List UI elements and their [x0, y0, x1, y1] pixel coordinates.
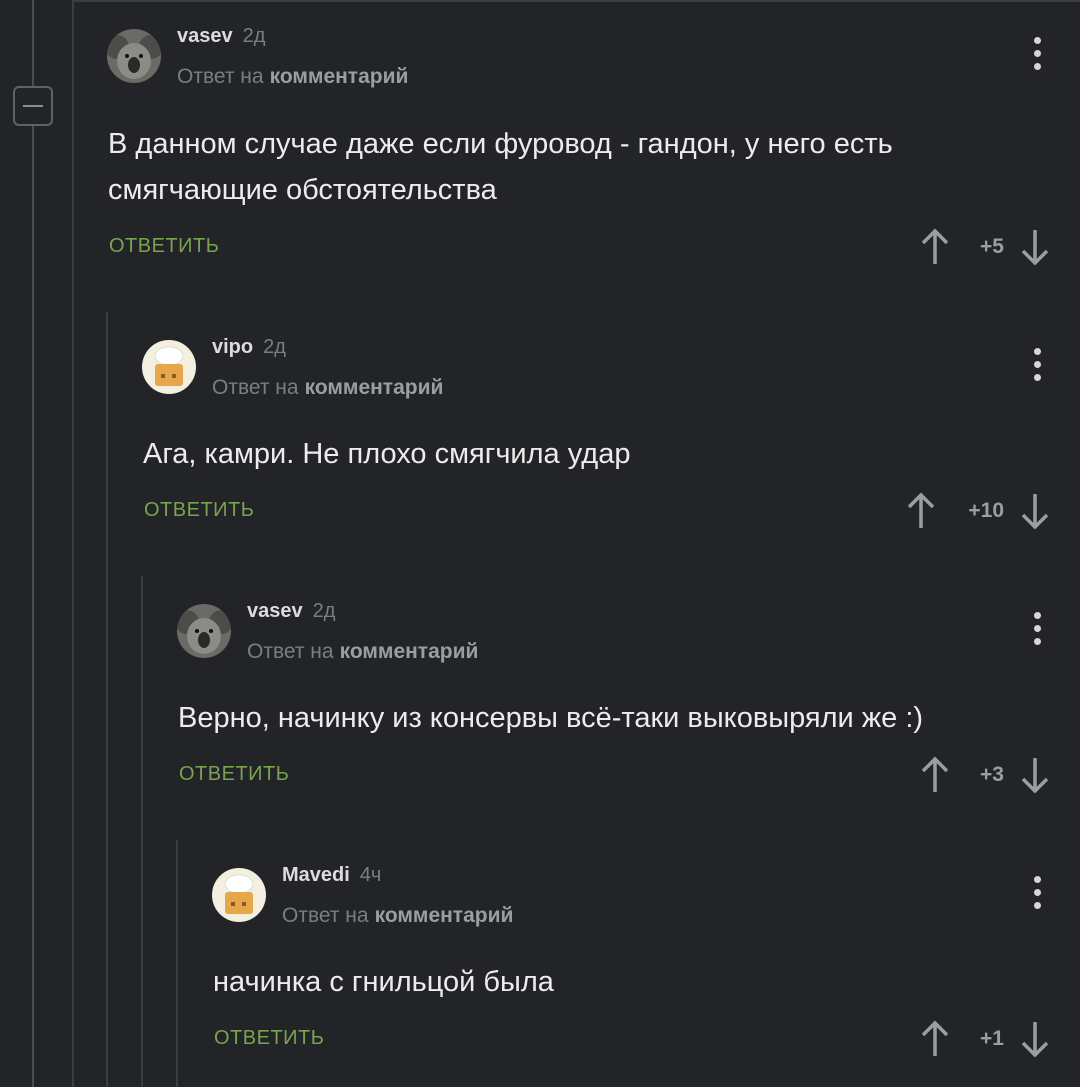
upvote-arrow-icon[interactable]	[920, 1020, 950, 1058]
thread-line	[32, 126, 34, 1087]
thread-line	[141, 576, 143, 1087]
downvote-arrow-icon[interactable]	[1020, 756, 1050, 794]
reply-to: Ответ на комментарий	[247, 640, 478, 664]
comment-time: 2д	[312, 600, 336, 622]
cake-avatar[interactable]	[212, 868, 266, 922]
comment-text: Верно, начинку из консервы всё-таки выко…	[178, 702, 924, 734]
vote-controls: +5	[920, 228, 1050, 268]
cake-avatar[interactable]	[142, 340, 196, 394]
comment-text: начинка с гнильцой была	[213, 966, 554, 998]
username-text[interactable]: vipo	[212, 336, 253, 358]
reply-button[interactable]: ОТВЕТИТЬ	[214, 1027, 324, 1050]
vote-score: +5	[980, 235, 1004, 258]
separator	[72, 0, 1080, 2]
parent-comment-link[interactable]: комментарий	[340, 640, 479, 663]
reply-button[interactable]: ОТВЕТИТЬ	[179, 763, 289, 786]
upvote-arrow-icon[interactable]	[906, 492, 936, 530]
thread-line	[72, 0, 74, 1087]
reply-to: Ответ на комментарий	[212, 376, 443, 400]
more-options-icon[interactable]	[1034, 37, 1042, 76]
koala-avatar[interactable]	[107, 29, 161, 83]
more-options-icon[interactable]	[1034, 876, 1042, 915]
vote-score: +3	[980, 763, 1004, 786]
downvote-arrow-icon[interactable]	[1020, 492, 1050, 530]
reply-to-prefix: Ответ на	[247, 640, 334, 663]
more-options-icon[interactable]	[1034, 348, 1042, 387]
reply-button[interactable]: ОТВЕТИТЬ	[109, 235, 219, 258]
koala-avatar[interactable]	[177, 604, 231, 658]
downvote-arrow-icon[interactable]	[1020, 228, 1050, 266]
parent-comment-link[interactable]: комментарий	[375, 904, 514, 927]
username-text[interactable]: vasev	[247, 600, 303, 622]
parent-comment-link[interactable]: комментарий	[305, 376, 444, 399]
comment-time: 2д	[242, 25, 266, 47]
more-options-icon[interactable]	[1034, 612, 1042, 651]
username[interactable]: vasev 2д	[177, 25, 265, 48]
reply-button[interactable]: ОТВЕТИТЬ	[144, 499, 254, 522]
username[interactable]: vipo 2д	[212, 336, 286, 359]
username[interactable]: Mavedi 4ч	[282, 864, 381, 887]
reply-to-prefix: Ответ на	[177, 65, 264, 88]
comment-time: 4ч	[359, 864, 382, 886]
comment-text: В данном случае даже если фуровод - ганд…	[108, 128, 893, 206]
comment-text: Ага, камри. Не плохо смягчила удар	[143, 438, 631, 470]
thread-line	[176, 840, 178, 1087]
parent-comment-link[interactable]: комментарий	[270, 65, 409, 88]
reply-to-prefix: Ответ на	[282, 904, 369, 927]
upvote-arrow-icon[interactable]	[920, 228, 950, 266]
username-text[interactable]: vasev	[177, 25, 233, 47]
vote-score: +10	[968, 499, 1004, 522]
vote-controls: +1	[920, 1020, 1050, 1060]
reply-to-prefix: Ответ на	[212, 376, 299, 399]
upvote-arrow-icon[interactable]	[920, 756, 950, 794]
vote-score: +1	[980, 1027, 1004, 1050]
comment-time: 2д	[263, 336, 286, 358]
thread-line	[106, 312, 108, 1087]
downvote-arrow-icon[interactable]	[1020, 1020, 1050, 1058]
username-text[interactable]: Mavedi	[282, 864, 350, 886]
collapse-thread-button[interactable]	[13, 86, 53, 126]
reply-to: Ответ на комментарий	[282, 904, 513, 928]
username[interactable]: vasev 2д	[247, 600, 335, 623]
vote-controls: +10	[906, 492, 1050, 532]
thread-line	[32, 0, 34, 86]
vote-controls: +3	[920, 756, 1050, 796]
reply-to: Ответ на комментарий	[177, 65, 408, 89]
